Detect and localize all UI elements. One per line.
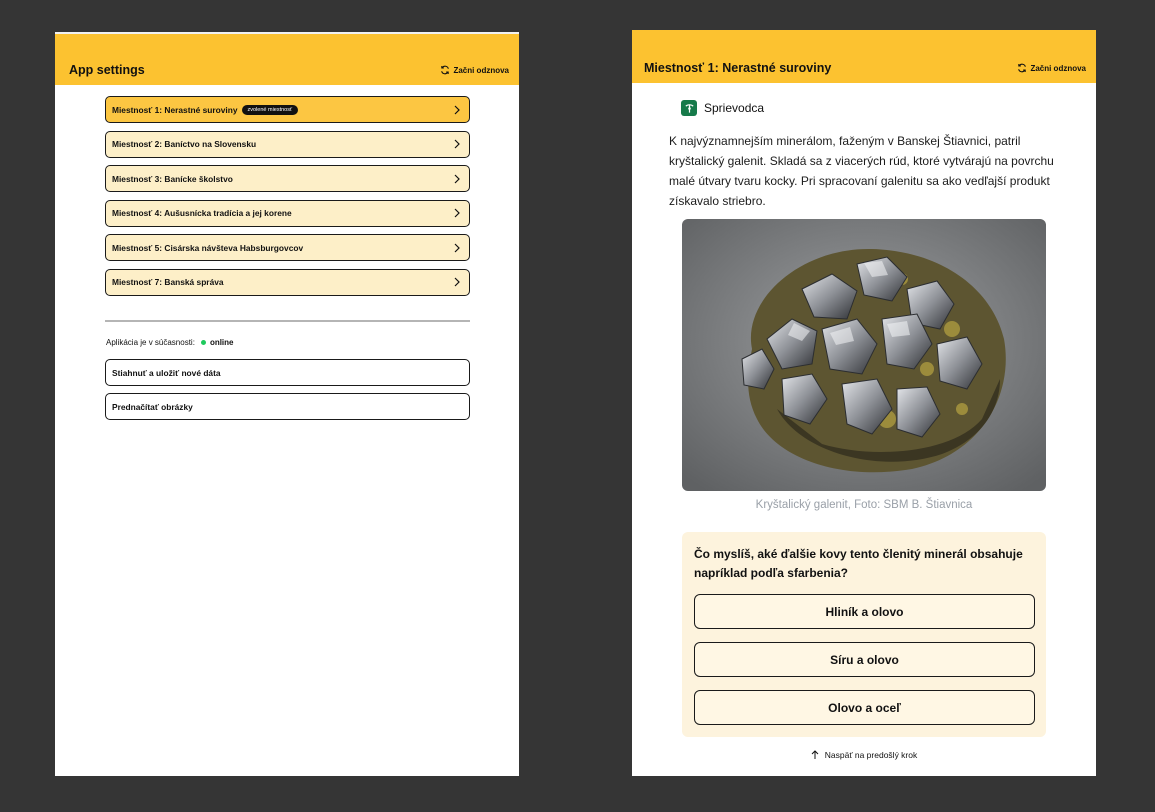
- room-detail-screen: Miestnosť 1: Nerastné suroviny Začni odz…: [632, 30, 1096, 776]
- room-label: Miestnosť 3: Banícke školstvo: [112, 173, 233, 184]
- restart-button[interactable]: Začni odznova: [1017, 63, 1086, 75]
- answer-option-3[interactable]: Olovo a oceľ: [694, 690, 1035, 725]
- page-title: Miestnosť 1: Nerastné suroviny: [644, 61, 832, 75]
- room-header: Miestnosť 1: Nerastné suroviny Začni odz…: [632, 30, 1096, 83]
- guide-label: Sprievodca: [704, 101, 765, 115]
- room-item-5[interactable]: Miestnosť 5: Cisárska návšteva Habsburgo…: [105, 234, 470, 262]
- connection-status: Aplikácia je v súčasnosti: online: [106, 338, 234, 347]
- download-data-button[interactable]: Stiahnuť a uložiť nové dáta: [105, 359, 470, 386]
- selected-room-badge: zvolené miestnosť: [241, 104, 299, 115]
- restart-button[interactable]: Začni odznova: [440, 65, 509, 77]
- chevron-right-icon: [454, 208, 460, 218]
- page-title: App settings: [69, 63, 145, 77]
- room-label: Miestnosť 7: Banská správa: [112, 277, 224, 288]
- photo-caption: Kryštalický galenit, Foto: SBM B. Štiavn…: [755, 499, 973, 511]
- guide-miner-icon: [681, 100, 697, 116]
- quiz-card: Čo myslíš, aké ďalšie kovy tento členitý…: [682, 532, 1046, 737]
- answer-option-2[interactable]: Síru a olovo: [694, 642, 1035, 677]
- back-label: Naspäť na predošlý krok: [824, 750, 918, 760]
- status-label: Aplikácia je v súčasnosti:: [106, 338, 195, 347]
- settings-screen: App settings Začni odznova Miestnosť 1: …: [55, 32, 519, 776]
- refresh-icon: [441, 65, 450, 75]
- chevron-right-icon: [454, 278, 460, 287]
- room-item-4[interactable]: Miestnosť 4: Aušusnícka tradícia a jej k…: [105, 199, 470, 227]
- room-label: Miestnosť 4: Aušusnícka tradícia a jej k…: [112, 208, 292, 219]
- room-item-3[interactable]: Miestnosť 3: Banícke školstvo: [105, 165, 470, 193]
- restart-label: Začni odznova: [1030, 63, 1086, 73]
- room-label: Miestnosť 2: Baníctvo na Slovensku: [112, 139, 257, 150]
- room-item-1[interactable]: Miestnosť 1: Nerastné suroviny zvolené mi…: [105, 96, 470, 123]
- quiz-question: Čo myslíš, aké ďalšie kovy tento členitý…: [694, 547, 1023, 580]
- settings-header: App settings Začni odznova: [55, 32, 519, 85]
- arrow-up-icon: [811, 750, 819, 759]
- chevron-right-icon: [454, 174, 460, 184]
- restart-label: Začni odznova: [453, 65, 509, 75]
- chevron-right-icon: [454, 243, 460, 253]
- galena-photo: [682, 219, 1046, 491]
- room-item-7[interactable]: Miestnosť 7: Banská správa: [105, 268, 470, 296]
- chevron-right-icon: [454, 139, 460, 149]
- online-dot-icon: [200, 340, 206, 345]
- back-button[interactable]: Naspäť na predošlý krok: [632, 750, 1096, 760]
- refresh-icon: [1018, 63, 1027, 73]
- answer-option-1[interactable]: Hliník a olovo: [694, 594, 1035, 629]
- divider: [105, 320, 470, 322]
- room-list: Miestnosť 1: Nerastné suroviny zvolené mi…: [105, 96, 470, 304]
- chevron-right-icon: [454, 105, 460, 114]
- room-item-2[interactable]: Miestnosť 2: Baníctvo na Slovensku: [105, 130, 470, 158]
- guide-heading: Sprievodca: [681, 100, 764, 116]
- status-value: online: [209, 338, 234, 347]
- room-label: Miestnosť 5: Cisárska návšteva Habsburgo…: [112, 242, 304, 253]
- guide-text: K najvýznamnejším minerálom, faženým v B…: [669, 134, 1054, 208]
- preload-images-button[interactable]: Prednačítať obrázky: [105, 393, 470, 420]
- room-label: Miestnosť 1: Nerastné suroviny: [112, 104, 238, 115]
